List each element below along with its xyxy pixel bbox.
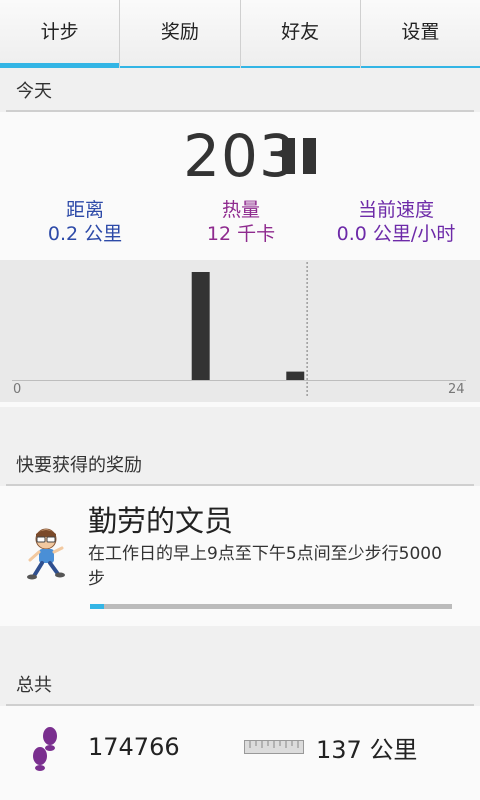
x-axis-max-label: 24 bbox=[448, 382, 465, 397]
distance-label: 距离 bbox=[65, 199, 104, 221]
step-count: 203 bbox=[0, 122, 480, 190]
speed-metric: 当前速度 0.0 公里/小时 bbox=[312, 198, 480, 246]
hourly-step-chart: 0 24 bbox=[0, 260, 480, 402]
tab-settings[interactable]: 设置 bbox=[360, 0, 480, 68]
runner-icon bbox=[27, 528, 65, 580]
total-steps-value: 174766 bbox=[88, 733, 180, 761]
totals-card: 174766 137 公里 bbox=[0, 706, 480, 800]
distance-value: 0.2 公里 bbox=[47, 223, 123, 245]
speed-value: 0.0 公里/小时 bbox=[336, 223, 456, 245]
tab-bar: 计步 奖励 好友 设置 bbox=[0, 0, 480, 68]
section-title: 总共 bbox=[16, 675, 52, 696]
today-card: 203 距离 0.2 公里 热量 12 千卡 当前速度 0.0 公里/小时 0 … bbox=[0, 112, 480, 407]
tab-label: 奖励 bbox=[160, 20, 199, 43]
pause-bar-right bbox=[303, 138, 316, 174]
reward-progress-fill bbox=[90, 604, 105, 609]
x-axis-min-label: 0 bbox=[13, 382, 22, 397]
step-count-value: 203 bbox=[183, 122, 297, 190]
reward-title: 勤劳的文员 bbox=[88, 504, 234, 538]
tab-rewards[interactable]: 奖励 bbox=[120, 0, 241, 68]
pause-bar-left bbox=[282, 138, 295, 174]
section-title: 今天 bbox=[16, 81, 52, 102]
calories-value: 12 千卡 bbox=[206, 223, 276, 245]
tab-pedometer[interactable]: 计步 bbox=[0, 0, 121, 68]
speed-label: 当前速度 bbox=[357, 199, 434, 221]
tab-label: 设置 bbox=[401, 20, 440, 43]
totals-header: 总共 bbox=[0, 662, 480, 706]
total-distance-value: 137 公里 bbox=[316, 736, 418, 764]
rewards-header: 快要获得的奖励 bbox=[0, 442, 480, 486]
calories-label: 热量 bbox=[221, 199, 260, 221]
pause-icon[interactable] bbox=[282, 138, 318, 174]
chart-svg bbox=[12, 262, 466, 398]
tab-label: 计步 bbox=[40, 20, 79, 43]
footprints-icon bbox=[33, 727, 57, 771]
tab-friends[interactable]: 好友 bbox=[240, 0, 361, 68]
reward-description: 在工作日的早上9点至下午5点间至少步行5000步 bbox=[88, 544, 442, 589]
reward-card[interactable]: 勤劳的文员 在工作日的早上9点至下午5点间至少步行5000步 bbox=[0, 486, 480, 626]
reward-progress-bar bbox=[90, 604, 452, 609]
ruler-icon bbox=[244, 740, 304, 754]
today-header: 今天 bbox=[0, 68, 480, 112]
chart-bar-1 bbox=[286, 371, 305, 380]
chart-bar-0 bbox=[191, 272, 210, 380]
tab-label: 好友 bbox=[281, 20, 320, 43]
calories-metric: 热量 12 千卡 bbox=[170, 198, 312, 246]
distance-metric: 距离 0.2 公里 bbox=[0, 198, 170, 246]
section-title: 快要获得的奖励 bbox=[16, 455, 142, 476]
